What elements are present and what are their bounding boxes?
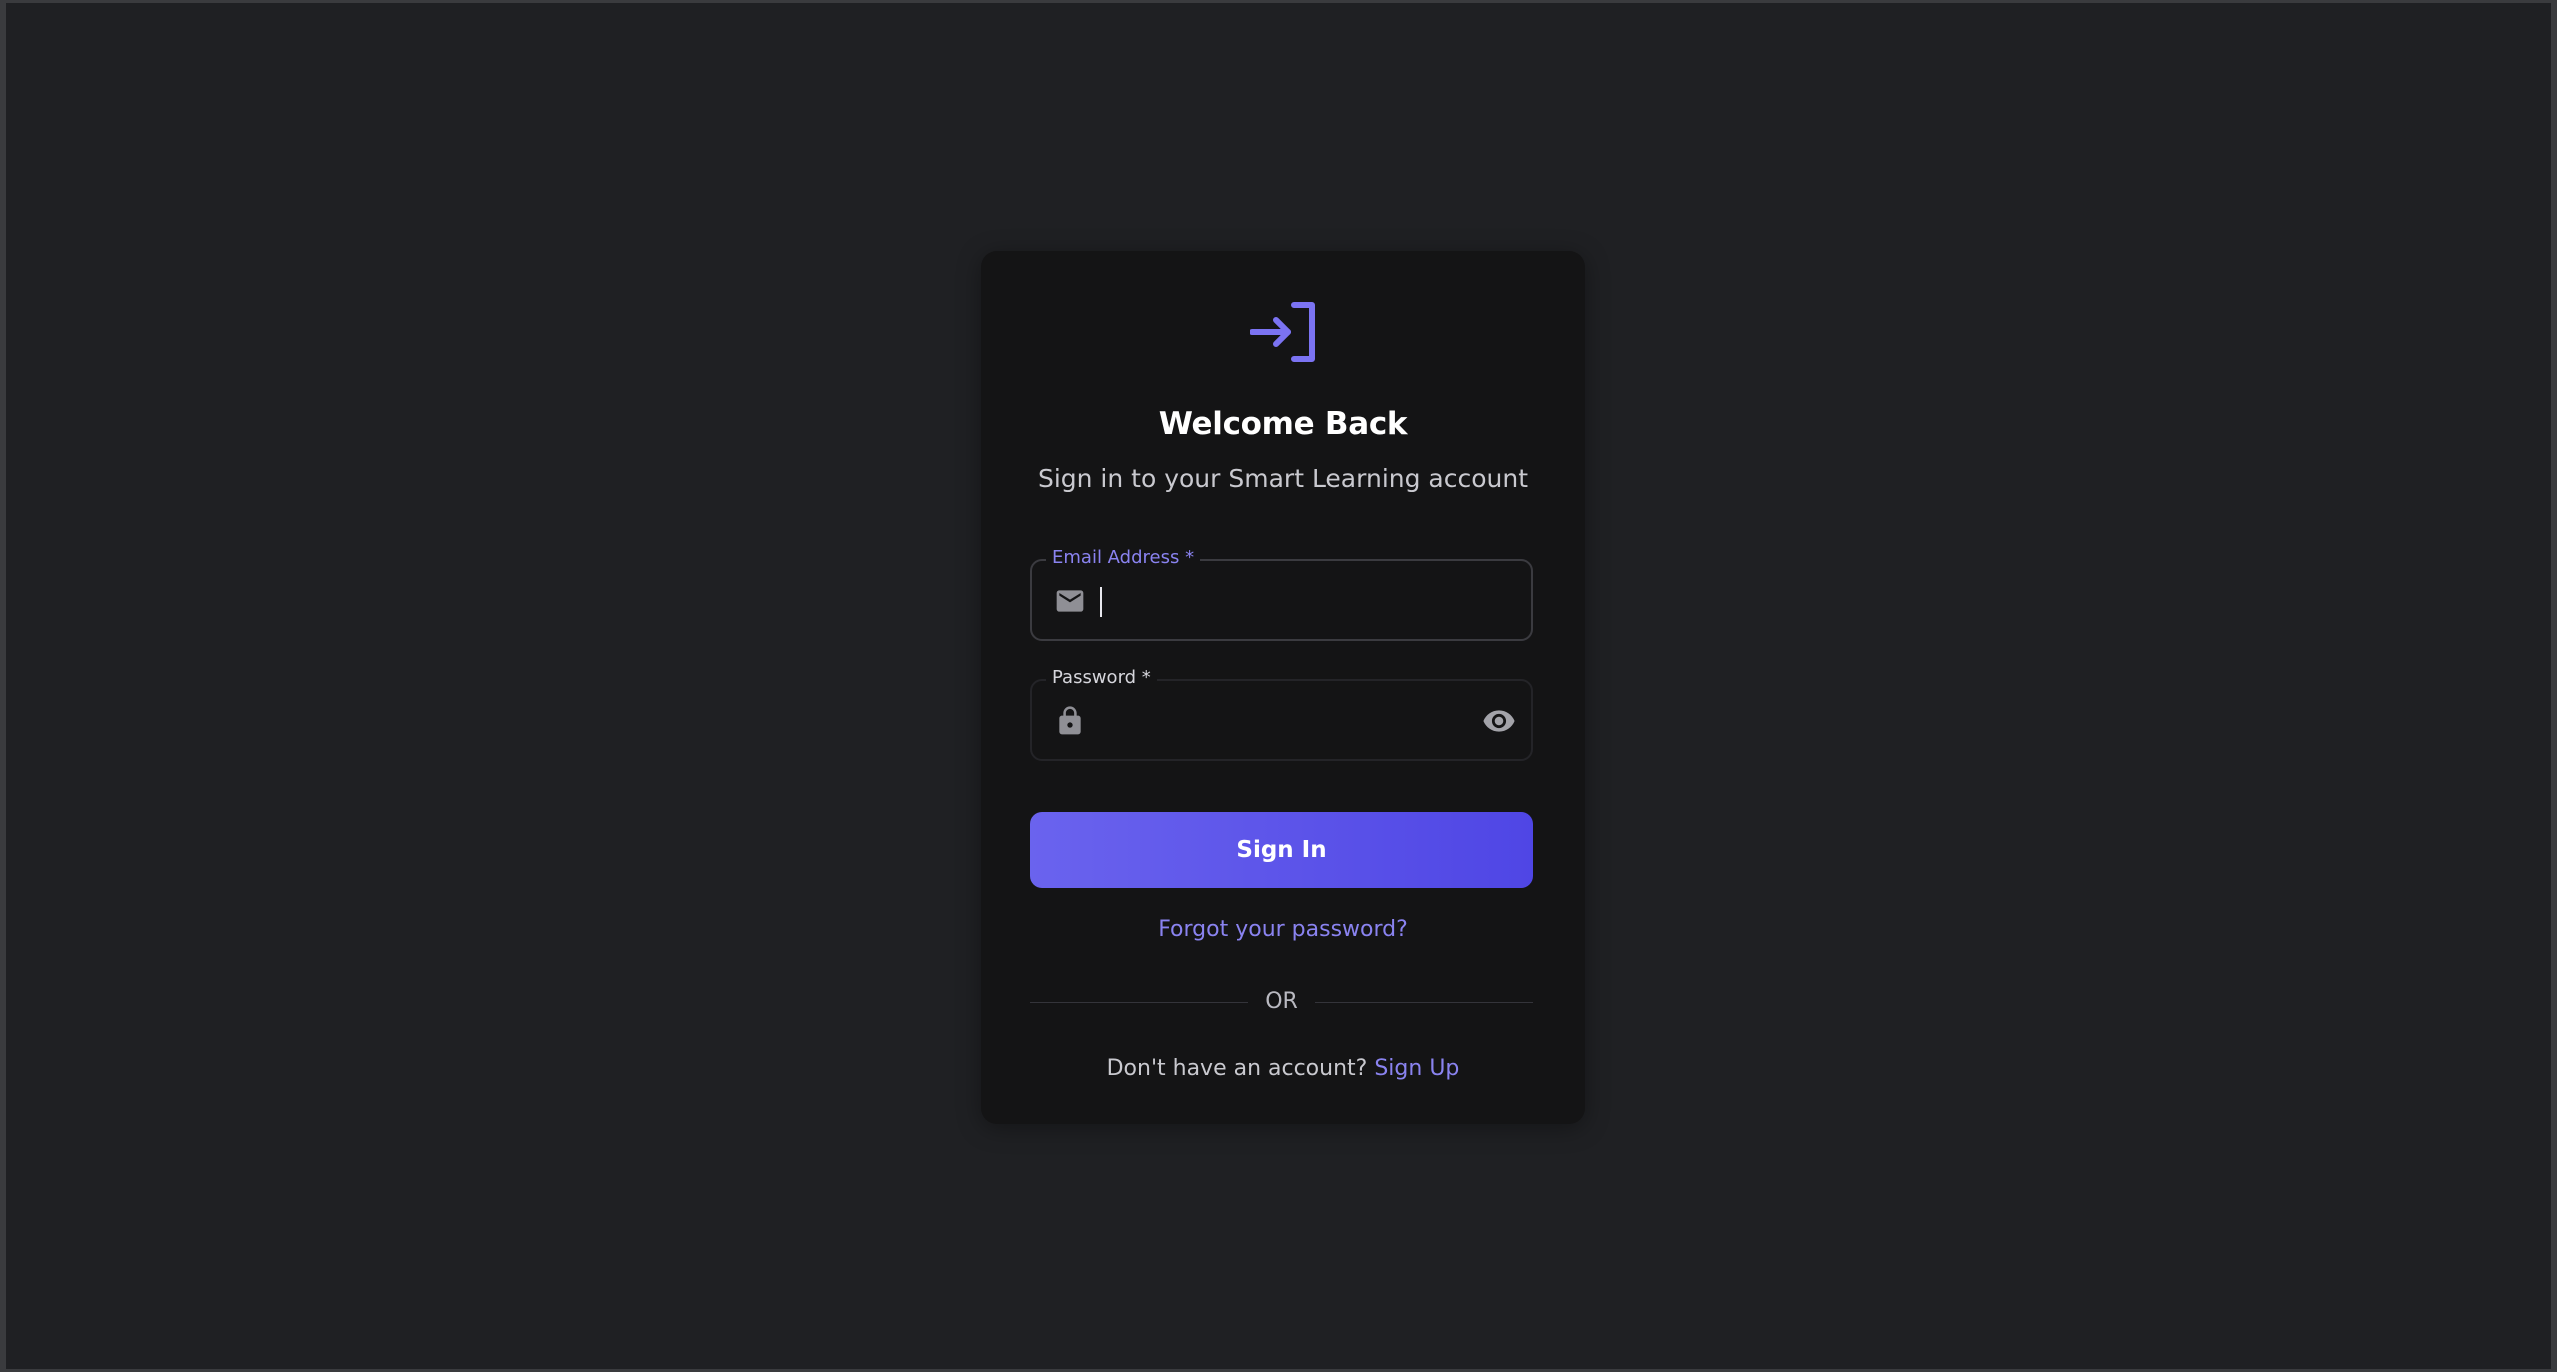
toggle-password-visibility-button[interactable] (1481, 703, 1517, 739)
email-input[interactable] (1098, 575, 1462, 627)
email-field-label: Email Address * (1046, 545, 1201, 571)
password-field[interactable]: Password * (1030, 665, 1533, 761)
forgot-password-link[interactable]: Forgot your password? (981, 917, 1585, 942)
mail-icon (1056, 590, 1084, 612)
signup-prompt: Don't have an account? (1106, 1056, 1368, 1081)
login-icon (1250, 302, 1315, 362)
email-field[interactable]: Email Address * (1030, 545, 1533, 641)
login-card: Welcome Back Sign in to your Smart Learn… (981, 251, 1585, 1124)
page-title: Welcome Back (1158, 406, 1408, 442)
eye-icon (1483, 710, 1515, 732)
password-input[interactable] (1098, 695, 1462, 747)
sign-up-link[interactable]: Sign Up (1374, 1056, 1459, 1081)
sign-in-button[interactable]: Sign In (1030, 812, 1533, 888)
signup-row: Don't have an account? Sign Up (981, 1056, 1585, 1081)
lock-icon (1059, 706, 1081, 735)
page-subtitle: Sign in to your Smart Learning account (1037, 464, 1529, 493)
password-field-label: Password * (1046, 665, 1157, 691)
divider-line-right (1315, 1002, 1533, 1003)
page-background: Welcome Back Sign in to your Smart Learn… (6, 3, 2551, 1369)
or-divider: OR (1030, 987, 1533, 1017)
text-caret (1100, 587, 1102, 617)
